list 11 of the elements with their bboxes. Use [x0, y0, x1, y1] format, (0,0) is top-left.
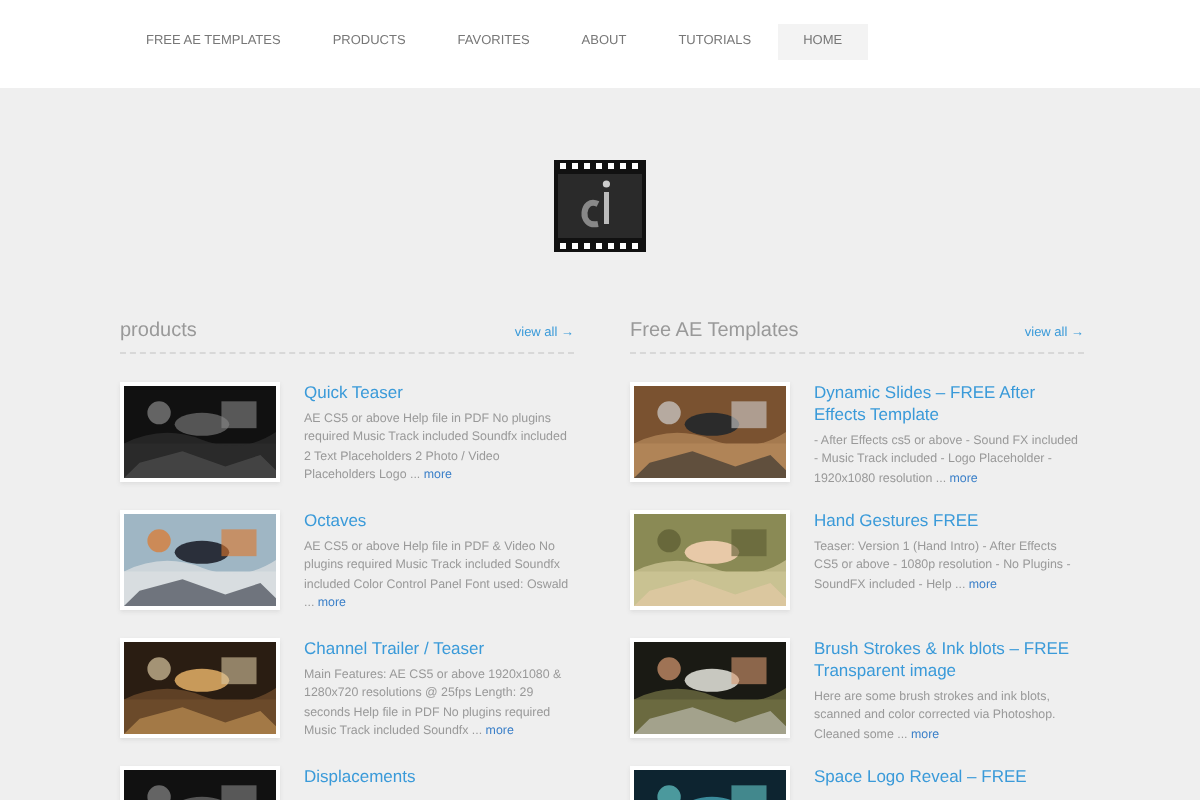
- item-title-link[interactable]: Brush Strokes & Ink blots – FREE Transparent image: [814, 638, 1084, 682]
- section-title: Free AE Templates: [630, 320, 799, 342]
- section-title: products: [120, 320, 197, 342]
- item-title-link[interactable]: Hand Gestures FREE: [814, 510, 1084, 532]
- item-title-link[interactable]: Space Logo Reveal – FREE: [814, 766, 1084, 788]
- item-title-link[interactable]: Dynamic Slides – FREE After Effects Template: [814, 382, 1084, 426]
- item-title-link[interactable]: Channel Trailer / Teaser: [304, 638, 574, 660]
- film-logo-icon: [554, 160, 646, 252]
- item-title-link[interactable]: Octaves: [304, 510, 574, 532]
- item-title-link[interactable]: Quick Teaser: [304, 382, 574, 404]
- item-title-link[interactable]: Displacements: [304, 766, 574, 788]
